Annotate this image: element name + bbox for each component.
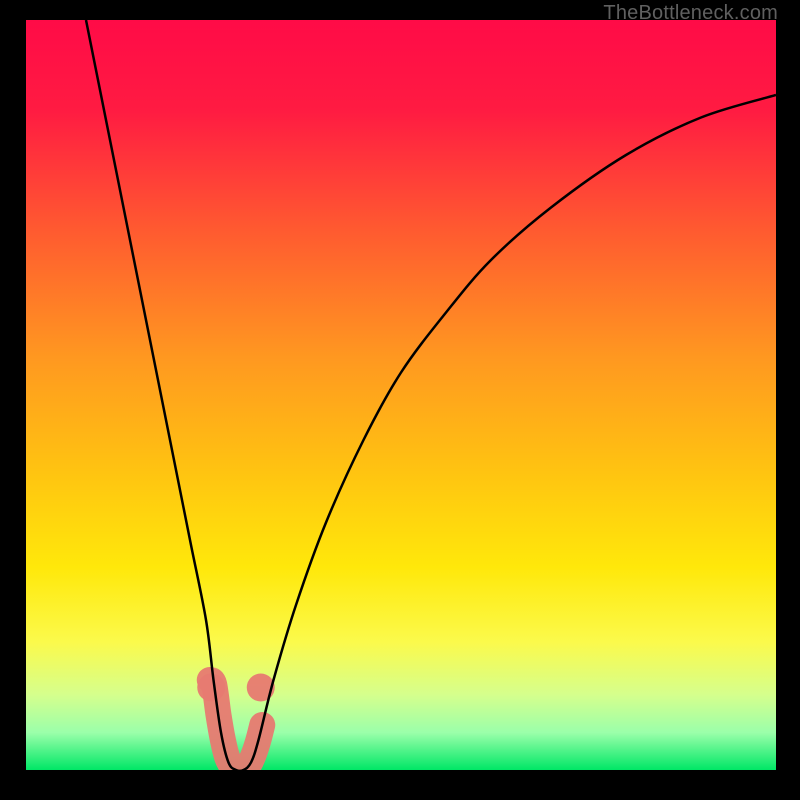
plot-area — [26, 20, 776, 770]
chart-svg — [26, 20, 776, 770]
chart-frame: TheBottleneck.com — [0, 0, 800, 800]
optimal-zone-lobe — [197, 674, 225, 702]
gradient-background — [26, 20, 776, 770]
